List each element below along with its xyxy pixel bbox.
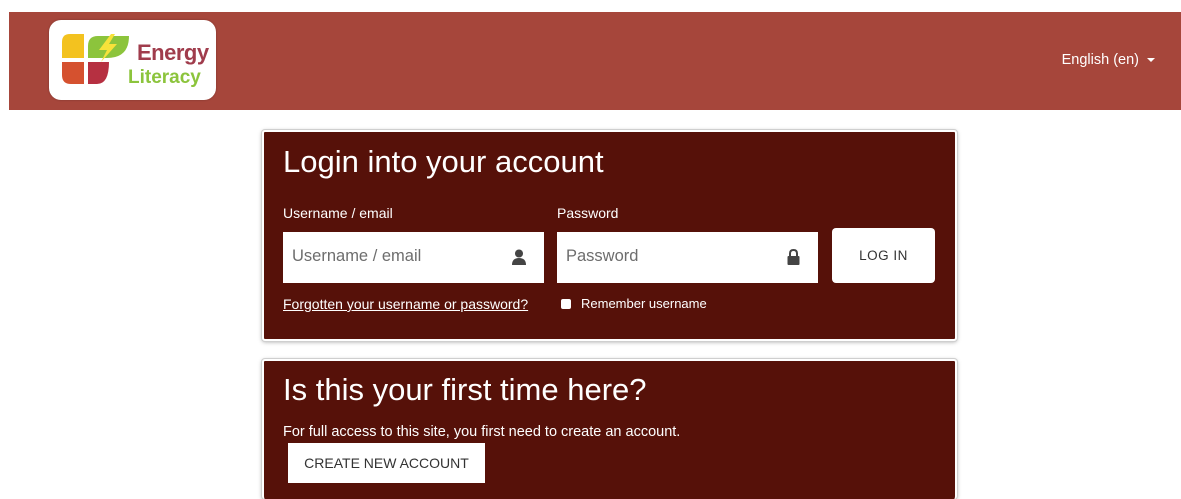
logo-leaves-icon	[62, 34, 129, 84]
login-title: Login into your account	[283, 144, 604, 179]
username-label: Username / email	[283, 205, 393, 221]
language-label: English (en)	[1061, 52, 1139, 68]
remember-username[interactable]: Remember username	[561, 296, 707, 311]
password-input[interactable]	[566, 232, 776, 281]
caret-down-icon	[1147, 58, 1155, 62]
password-field	[557, 232, 818, 283]
user-icon	[512, 249, 526, 265]
remember-checkbox[interactable]	[561, 298, 571, 309]
password-label: Password	[557, 205, 619, 221]
username-input[interactable]	[292, 232, 502, 281]
first-time-title: Is this your first time here?	[283, 372, 647, 407]
create-account-button[interactable]: CREATE NEW ACCOUNT	[288, 443, 485, 483]
logo-text-energy: Energy	[137, 40, 209, 65]
first-time-text: For full access to this site, you first …	[283, 424, 681, 440]
site-header: Energy Literacy English (en)	[9, 12, 1181, 110]
language-selector[interactable]: English (en)	[1062, 52, 1155, 68]
username-field	[283, 232, 544, 283]
site-logo[interactable]: Energy Literacy	[49, 20, 216, 100]
login-card: Login into your account Username / email…	[262, 130, 957, 341]
remember-label: Remember username	[581, 296, 707, 311]
forgot-password-link[interactable]: Forgotten your username or password?	[283, 296, 528, 312]
logo-text-literacy: Literacy	[128, 67, 201, 88]
login-button[interactable]: LOG IN	[832, 228, 935, 283]
lock-icon	[787, 249, 800, 265]
first-time-card: Is this your first time here? For full a…	[262, 359, 957, 499]
